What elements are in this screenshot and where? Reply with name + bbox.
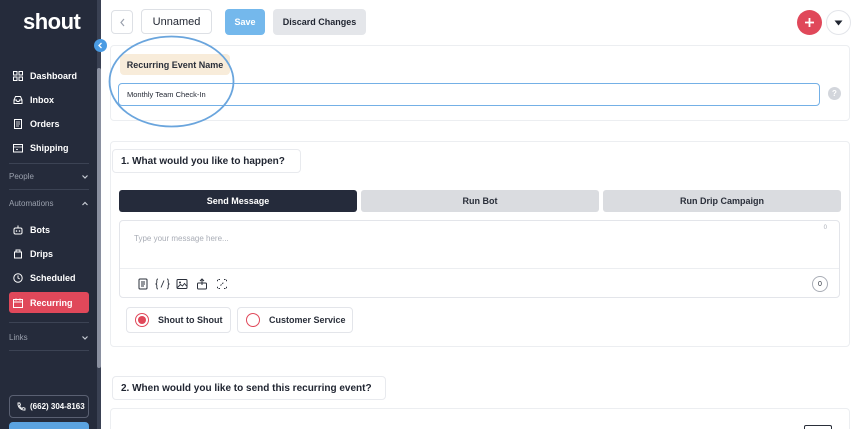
sidebar-scrollbar-thumb[interactable] bbox=[97, 68, 101, 368]
char-count: 0 bbox=[812, 276, 828, 292]
sidebar-item-bots[interactable]: Bots bbox=[9, 220, 89, 240]
variable-icon[interactable] bbox=[155, 277, 170, 290]
chevron-left-icon bbox=[119, 18, 124, 26]
discard-changes-button[interactable]: Discard Changes bbox=[273, 9, 366, 35]
phone-icon bbox=[17, 402, 26, 410]
bot-icon bbox=[13, 225, 23, 235]
section-label: People bbox=[9, 172, 34, 181]
tab-run-drip-campaign[interactable]: Run Drip Campaign bbox=[603, 190, 841, 212]
drip-icon bbox=[14, 249, 22, 259]
sidebar-item-recurring[interactable]: Recurring bbox=[9, 292, 89, 313]
sidebar-item-label: Dashboard bbox=[30, 71, 78, 81]
channel-option-customer-service[interactable]: Customer Service bbox=[237, 307, 353, 333]
sidebar-item-label: Scheduled bbox=[30, 273, 76, 283]
chevron-up-icon bbox=[82, 201, 88, 205]
sidebar-item-label: Drips bbox=[30, 249, 54, 259]
back-button[interactable] bbox=[111, 10, 133, 34]
app-logo[interactable]: shout bbox=[23, 9, 81, 35]
sidebar-section-people[interactable]: People bbox=[9, 172, 89, 181]
radio-unselected[interactable] bbox=[246, 313, 260, 327]
message-editor[interactable]: Type your message here... 0 0 bbox=[119, 220, 840, 298]
option-label: Customer Service bbox=[269, 315, 346, 325]
menu-dropdown-button[interactable] bbox=[826, 10, 851, 35]
help-icon[interactable]: ? bbox=[828, 87, 841, 100]
sidebar-item-label: Bots bbox=[30, 225, 50, 235]
sidebar-item-label: Orders bbox=[30, 119, 60, 129]
sidebar-item-orders[interactable]: Orders bbox=[9, 114, 89, 134]
sidebar-item-scheduled[interactable]: Scheduled bbox=[9, 268, 89, 288]
section-1-title: 1. What would you like to happen? bbox=[112, 149, 301, 173]
save-button[interactable]: Save bbox=[225, 9, 265, 35]
sidebar-item-dashboard[interactable]: Dashboard bbox=[9, 66, 89, 86]
phone-number-selector[interactable]: (662) 304-8163 bbox=[9, 395, 89, 418]
plus-icon bbox=[805, 18, 814, 27]
collapse-sidebar-button[interactable] bbox=[94, 39, 107, 52]
sidebar-item-inbox[interactable]: Inbox bbox=[9, 90, 89, 110]
option-label: Shout to Shout bbox=[158, 315, 223, 325]
image-icon[interactable] bbox=[176, 277, 188, 289]
channel-option-shout-to-shout[interactable]: Shout to Shout bbox=[126, 307, 231, 333]
orders-icon bbox=[14, 119, 22, 129]
schedule-card bbox=[110, 408, 850, 429]
sidebar: shout Dashboard Inbox Orders Shipping Pe… bbox=[0, 0, 97, 429]
shipping-icon bbox=[13, 144, 23, 153]
sidebar-item-shipping[interactable]: Shipping bbox=[9, 138, 89, 158]
schedule-control[interactable] bbox=[804, 425, 832, 429]
section-label: Automations bbox=[9, 199, 54, 208]
char-count-top: 0 bbox=[823, 225, 827, 231]
event-name-input[interactable]: Monthly Team Check-In bbox=[118, 83, 820, 106]
inbox-icon bbox=[13, 96, 23, 104]
section-label: Links bbox=[9, 333, 28, 342]
caret-down-icon bbox=[834, 20, 843, 25]
add-button[interactable] bbox=[797, 10, 822, 35]
radio-selected[interactable] bbox=[135, 313, 149, 327]
event-name-display[interactable]: Unnamed bbox=[141, 9, 212, 34]
message-placeholder[interactable]: Type your message here... bbox=[134, 234, 229, 243]
sidebar-section-automations[interactable]: Automations bbox=[9, 199, 89, 208]
editor-divider bbox=[120, 268, 839, 269]
phone-number: (662) 304-8163 bbox=[30, 402, 85, 411]
tab-send-message[interactable]: Send Message bbox=[119, 190, 357, 212]
sidebar-divider bbox=[9, 189, 89, 190]
sidebar-section-links[interactable]: Links bbox=[9, 333, 89, 342]
sidebar-bottom-button[interactable] bbox=[9, 422, 89, 429]
tab-run-bot[interactable]: Run Bot bbox=[361, 190, 599, 212]
event-name-label: Recurring Event Name bbox=[120, 54, 230, 75]
sidebar-item-label: Recurring bbox=[30, 297, 73, 308]
sidebar-item-label: Inbox bbox=[30, 95, 54, 105]
chevron-left-icon bbox=[98, 42, 102, 49]
clock-icon bbox=[13, 273, 23, 283]
grid-icon bbox=[13, 71, 23, 81]
sidebar-divider bbox=[9, 350, 89, 351]
radio-dot bbox=[138, 316, 146, 324]
chevron-down-icon bbox=[82, 174, 88, 179]
chevron-down-icon bbox=[82, 335, 88, 340]
sidebar-divider bbox=[9, 322, 89, 323]
recurring-icon bbox=[13, 298, 23, 308]
section-2-title: 2. When would you like to send this recu… bbox=[112, 376, 386, 400]
attachment-icon[interactable] bbox=[196, 277, 208, 290]
sidebar-item-drips[interactable]: Drips bbox=[9, 244, 89, 264]
sidebar-item-label: Shipping bbox=[30, 143, 69, 153]
template-icon[interactable] bbox=[137, 277, 149, 290]
link-icon[interactable] bbox=[216, 277, 228, 289]
sidebar-divider bbox=[9, 163, 89, 164]
